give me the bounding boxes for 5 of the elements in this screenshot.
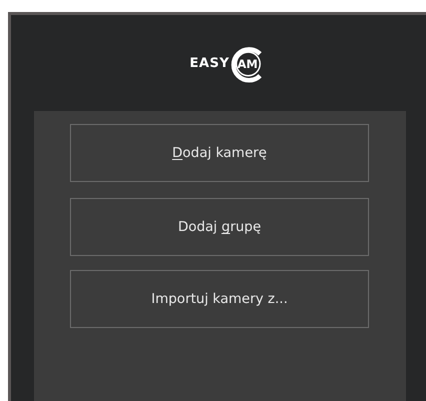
logo-text: EASY: [190, 56, 230, 71]
action-button[interactable]: Dodaj kamerę: [70, 124, 369, 182]
action-button[interactable]: Importuj kamery z...: [70, 270, 369, 328]
action-button[interactable]: Dodaj grupę: [70, 198, 369, 256]
logo-text: AM: [237, 56, 258, 72]
